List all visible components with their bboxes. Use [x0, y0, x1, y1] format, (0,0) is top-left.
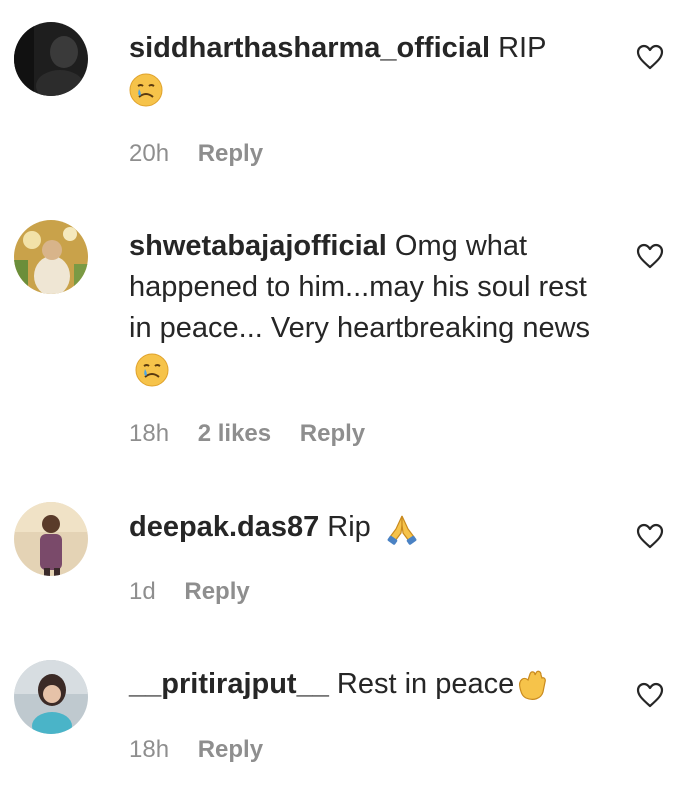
heart-icon[interactable]: [636, 682, 664, 708]
comment-username[interactable]: deepak.das87: [129, 511, 319, 543]
avatar[interactable]: [14, 220, 88, 294]
comment-text: RIP: [498, 32, 547, 64]
comments-list: siddharthasharma_official RIP 20h Reply: [0, 0, 697, 800]
heart-icon[interactable]: [636, 44, 664, 70]
comment-text: Rip: [327, 511, 371, 543]
avatar[interactable]: [14, 22, 88, 96]
heart-icon[interactable]: [636, 243, 664, 269]
comment-username[interactable]: __pritirajput__: [129, 668, 329, 700]
comment-time: 1d: [129, 578, 156, 605]
comment-username[interactable]: shwetabajajofficial: [129, 230, 387, 262]
comment-time: 18h: [129, 420, 170, 447]
crying-face-icon: [129, 73, 163, 107]
reply-button[interactable]: Reply: [198, 140, 263, 167]
reply-button[interactable]: Reply: [300, 420, 365, 447]
comment-text: Rest in peace: [336, 668, 515, 700]
waving-hand-icon: [514, 668, 548, 702]
reply-button[interactable]: Reply: [198, 736, 263, 763]
folded-hands-icon: [385, 511, 419, 546]
reply-button[interactable]: Reply: [184, 578, 249, 605]
likes-count[interactable]: 2 likes: [198, 420, 271, 447]
comment-username[interactable]: siddharthasharma_official: [129, 32, 490, 64]
avatar[interactable]: [14, 660, 88, 734]
comment-time: 18h: [129, 736, 170, 763]
avatar[interactable]: [14, 502, 88, 576]
crying-face-icon: [135, 353, 169, 387]
heart-icon[interactable]: [636, 523, 664, 549]
comment-time: 20h: [129, 140, 170, 167]
